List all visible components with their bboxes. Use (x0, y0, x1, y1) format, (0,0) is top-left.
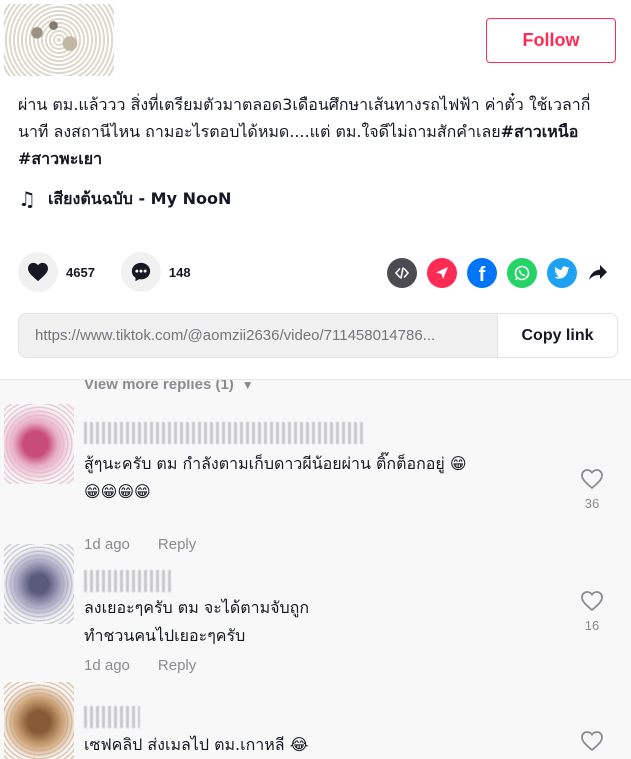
copy-link-button[interactable]: Copy link (497, 314, 617, 357)
comment-text: เซฟคลิป ส่งเมลไป ตม.เกาหลี 😂 (84, 731, 554, 759)
share-bar: f (387, 258, 619, 288)
comments-panel[interactable]: View more replies (1) ▼ สู้ๆนะครับ ตม กำ… (0, 379, 631, 759)
follow-button[interactable]: Follow (486, 18, 616, 63)
comment-like-button[interactable]: 36 (578, 468, 606, 511)
comment-line: สู้ๆนะครับ ตม กำลังตามเก็บดาวผีน้อยผ่าน … (84, 454, 467, 473)
facebook-icon[interactable]: f (467, 258, 497, 288)
whatsapp-icon[interactable] (507, 258, 537, 288)
comment-time: 1d ago (84, 657, 130, 674)
comment-like-button[interactable]: 16 (578, 590, 606, 633)
comment-line: 😁😁😁😁 (84, 482, 151, 501)
commenter-name-redacted[interactable] (84, 422, 364, 444)
music-note-icon: ♫ (18, 187, 36, 211)
comment-like-count: 36 (584, 496, 600, 511)
comment-text: สู้ๆนะครับ ตม กำลังตามเก็บดาวผีน้อยผ่าน … (84, 450, 554, 506)
commenter-avatar[interactable] (4, 404, 74, 484)
send-icon[interactable] (427, 258, 457, 288)
comment-line: เซฟคลิป ส่งเมลไป ตม.เกาหลี 😂 (84, 735, 309, 754)
commenter-name-redacted[interactable] (84, 706, 140, 728)
comment-count: 148 (168, 264, 191, 280)
view-more-replies[interactable]: View more replies (1) ▼ (84, 379, 254, 393)
author-avatar[interactable] (4, 4, 114, 76)
comment-button[interactable] (120, 252, 161, 292)
comment-line: ทำชวนคนไปเยอะๆครับ (84, 626, 246, 645)
comment-like-count: 16 (584, 618, 600, 633)
chevron-down-icon: ▼ (241, 379, 254, 392)
music-link[interactable]: ♫ เสียงต้นฉบับ - My NooN (18, 186, 231, 212)
comment-time: 1d ago (84, 536, 130, 553)
post-panel: Follow ผ่าน ตม.แล้ววว สิ่งที่เตรียมตัวมา… (0, 0, 631, 379)
comment-meta: 1d ago Reply (84, 536, 196, 553)
heart-outline-icon (581, 731, 603, 752)
twitter-icon[interactable] (547, 258, 577, 288)
commenter-name-redacted[interactable] (84, 570, 174, 592)
reply-button[interactable]: Reply (158, 536, 196, 553)
hashtag-sao-nuea[interactable]: #สาวเหนือ (501, 122, 579, 141)
commenter-avatar[interactable] (4, 682, 74, 759)
comment-meta: 1d ago Reply (84, 657, 196, 674)
like-count: 4657 (66, 264, 95, 280)
hashtag-sao-phayao[interactable]: #สาวพะเยา (18, 149, 102, 168)
comment-text: ลงเยอะๆครับ ตม จะได้ตามจับถูก ทำชวนคนไปเ… (84, 594, 554, 650)
comment-like-button[interactable] (578, 730, 606, 752)
comment-icon (131, 262, 151, 282)
like-button[interactable] (18, 252, 58, 292)
share-arrow-icon[interactable] (587, 258, 609, 288)
post-caption: ผ่าน ตม.แล้ววว สิ่งที่เตรียมตัวมาตลอด3เด… (18, 91, 618, 172)
embed-icon[interactable] (387, 258, 417, 288)
comment-line: ลงเยอะๆครับ ตม จะได้ตามจับถูก (84, 598, 310, 617)
view-more-label: View more replies (1) (84, 379, 234, 393)
video-url[interactable]: https://www.tiktok.com/@aomzii2636/video… (19, 314, 497, 357)
heart-icon (28, 262, 48, 282)
copy-link-box: https://www.tiktok.com/@aomzii2636/video… (18, 313, 618, 358)
commenter-avatar[interactable] (4, 544, 74, 624)
engagement-bar: 4657 148 (18, 252, 217, 292)
music-title: เสียงต้นฉบับ - My NooN (47, 188, 232, 208)
heart-outline-icon (581, 469, 603, 490)
heart-outline-icon (581, 591, 603, 612)
reply-button[interactable]: Reply (158, 657, 196, 674)
